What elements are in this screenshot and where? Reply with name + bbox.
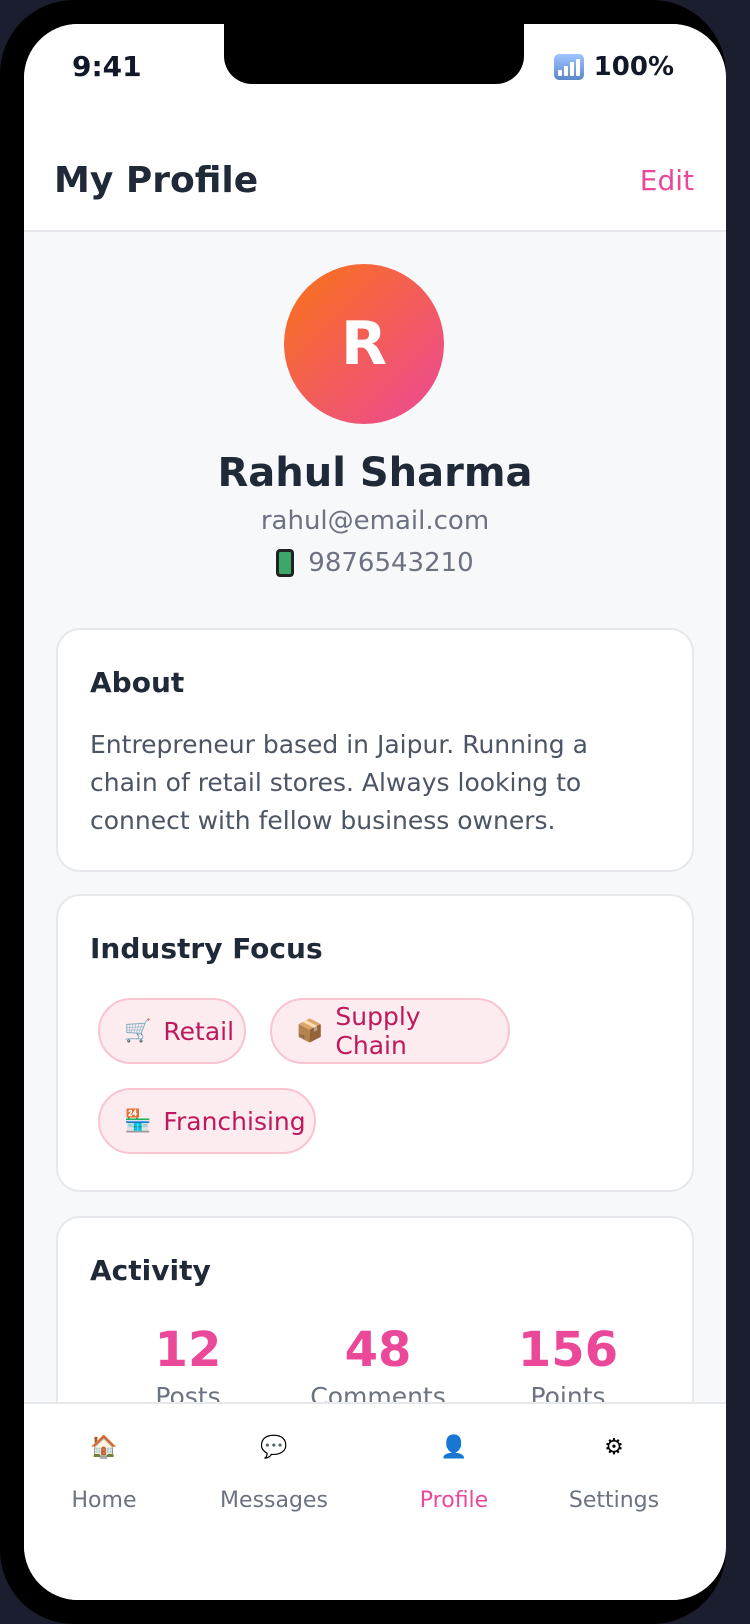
tab-label: Home (71, 1488, 137, 1513)
user-phone: 9876543210 (308, 548, 474, 578)
notch (224, 24, 524, 84)
stat-comments[interactable]: 48 Comments (288, 1322, 468, 1402)
industry-card: Industry Focus 🛒 Retail 📦 Supply Chain 🏪… (56, 894, 694, 1192)
mobile-phone-icon (276, 549, 295, 577)
bottom-tab-bar: 🏠 Home 💬 Messages 👤 Profile ⚙ Settings (24, 1402, 726, 1600)
user-email: rahul@email.com (260, 506, 490, 536)
battery-level: 100% (593, 52, 674, 82)
store-icon: 🏪 (124, 1108, 152, 1134)
user-phone-row: 9876543210 (24, 548, 726, 578)
stat-label: Points (530, 1382, 606, 1402)
tab-label: Settings (568, 1488, 660, 1513)
page-title: My Profile (54, 160, 259, 201)
tag-label: Supply Chain (335, 1002, 421, 1060)
status-indicators: 100% (553, 52, 674, 82)
industry-tag-supply-chain[interactable]: 📦 Supply Chain (270, 998, 510, 1064)
screen: 9:41 100% My Profile Edit R Rahul Sharma… (24, 24, 726, 1600)
gear-icon: ⚙ (604, 1435, 624, 1460)
stat-label: Comments (310, 1382, 446, 1402)
activity-card: Activity 12 Posts 48 Comments 156 Points (56, 1216, 694, 1402)
stat-posts[interactable]: 12 Posts (128, 1322, 248, 1402)
status-time: 9:41 (72, 50, 142, 83)
stat-points[interactable]: 156 Points (488, 1322, 648, 1402)
tab-settings[interactable]: ⚙ Settings (564, 1428, 664, 1513)
phone-frame: 9:41 100% My Profile Edit R Rahul Sharma… (0, 0, 726, 1624)
stat-value: 12 (154, 1322, 222, 1378)
industry-tag-retail[interactable]: 🛒 Retail (98, 998, 246, 1064)
tab-profile[interactable]: 👤 Profile (404, 1428, 504, 1513)
edit-button[interactable]: Edit (640, 164, 694, 197)
user-name: Rahul Sharma (217, 450, 533, 496)
about-card: About Entrepreneur based in Jaipur. Runn… (56, 628, 694, 872)
tab-home[interactable]: 🏠 Home (54, 1428, 154, 1513)
avatar[interactable]: R (284, 264, 444, 424)
about-text: Entrepreneur based in Jaipur. Running a … (90, 730, 588, 835)
industry-title: Industry Focus (90, 932, 323, 965)
about-title: About (90, 666, 185, 699)
home-icon: 🏠 (90, 1435, 118, 1460)
shopping-cart-icon: 🛒 (124, 1018, 152, 1044)
signal-icon (553, 54, 584, 80)
stat-value: 48 (344, 1322, 412, 1378)
stat-value: 156 (517, 1322, 619, 1378)
tag-label: Retail (163, 1016, 235, 1046)
avatar-initial: R (340, 309, 388, 379)
stat-label: Posts (155, 1382, 221, 1402)
tab-label: Messages (220, 1488, 328, 1513)
app-header: My Profile Edit (24, 114, 726, 232)
tab-label: Profile (419, 1488, 489, 1513)
chat-bubble-icon: 💬 (260, 1435, 288, 1460)
tab-messages[interactable]: 💬 Messages (214, 1428, 334, 1513)
profile-content[interactable]: R Rahul Sharma rahul@email.com 987654321… (24, 232, 726, 1402)
user-icon: 👤 (440, 1435, 468, 1460)
industry-tag-franchising[interactable]: 🏪 Franchising (98, 1088, 316, 1154)
activity-title: Activity (90, 1254, 211, 1287)
package-icon: 📦 (296, 1018, 324, 1044)
tag-label: Franchising (163, 1106, 306, 1136)
